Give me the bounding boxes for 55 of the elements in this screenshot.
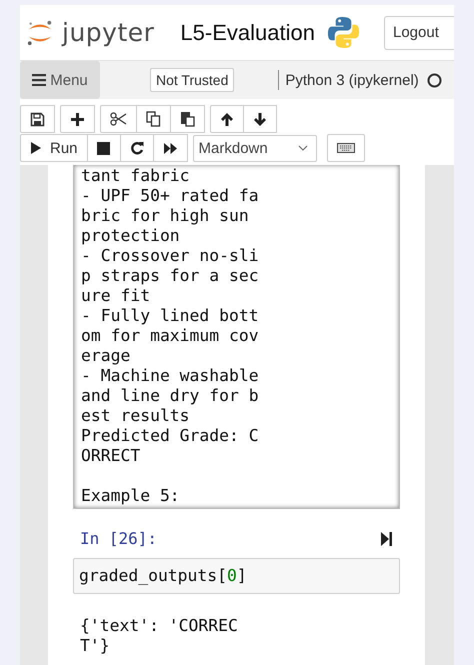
output-line: - UPF 50+ rated fa — [81, 186, 260, 206]
restart-button[interactable] — [120, 134, 154, 162]
output-line: T'} — [80, 636, 111, 656]
arrow-up-icon — [220, 112, 234, 126]
menu-button[interactable]: Menu — [20, 61, 100, 99]
output-line: ORRECT — [81, 446, 142, 466]
restart-icon — [130, 141, 144, 155]
stop-icon — [97, 142, 110, 154]
logout-button[interactable]: Logout — [384, 16, 454, 50]
output-line: {'text': 'CORREC — [80, 616, 239, 636]
fast-forward-button[interactable] — [152, 134, 188, 162]
output-line: Example 5: — [81, 486, 181, 506]
output-line: bric for high sun — [81, 206, 250, 226]
cell-type-dropdown[interactable]: Markdown — [192, 134, 317, 162]
run-cell-icon[interactable] — [381, 532, 392, 546]
output-line: tant fabric — [81, 166, 191, 186]
menu-icon — [32, 74, 46, 86]
output-line: - Fully lined bott — [81, 306, 260, 326]
input-prompt: In [26]: — [80, 529, 158, 548]
output-line: erage — [81, 346, 132, 366]
output-line: - Machine washable — [81, 366, 260, 386]
output-line: and line dry for b — [81, 386, 260, 406]
output-line: ure fit — [81, 286, 152, 306]
play-icon — [30, 141, 42, 155]
not-trusted-button[interactable]: Not Trusted — [150, 68, 234, 92]
copy-button[interactable] — [136, 105, 171, 133]
up-button[interactable] — [210, 105, 244, 133]
output-line: est results — [81, 406, 191, 426]
run-button[interactable]: Run — [20, 134, 88, 162]
kernel-name: Python 3 (ipykernel) — [285, 72, 419, 88]
code-input[interactable]: graded_outputs[0] — [73, 558, 400, 594]
fast-forward-icon — [162, 142, 178, 154]
add-button[interactable] — [60, 105, 95, 133]
save-icon — [30, 112, 45, 126]
notebook-name[interactable]: L5-Evaluation — [180, 20, 315, 46]
output-line: protection — [81, 226, 181, 246]
copy-icon — [146, 111, 161, 127]
output-line: Predicted Grade: C — [81, 426, 260, 446]
down-button[interactable] — [243, 105, 277, 133]
chevron-down-icon — [298, 145, 308, 151]
save-button[interactable] — [20, 105, 55, 133]
stop-button[interactable] — [86, 134, 121, 162]
output-line: - Crossover no-sli — [81, 246, 260, 266]
keyboard-icon — [336, 143, 355, 153]
paste-icon — [180, 111, 195, 127]
output-line: p straps for a sec — [81, 266, 260, 286]
keyboard-button[interactable] — [326, 134, 365, 162]
plus-icon — [70, 112, 85, 126]
arrow-down-icon — [253, 112, 267, 126]
output-line: om for maximum cov — [81, 326, 260, 346]
python-logo-icon — [326, 16, 360, 49]
scissors-icon — [110, 112, 127, 126]
paste-button[interactable] — [170, 105, 205, 133]
jupyter-wordmark: jupyter — [62, 18, 154, 47]
cut-button[interactable] — [100, 105, 137, 133]
